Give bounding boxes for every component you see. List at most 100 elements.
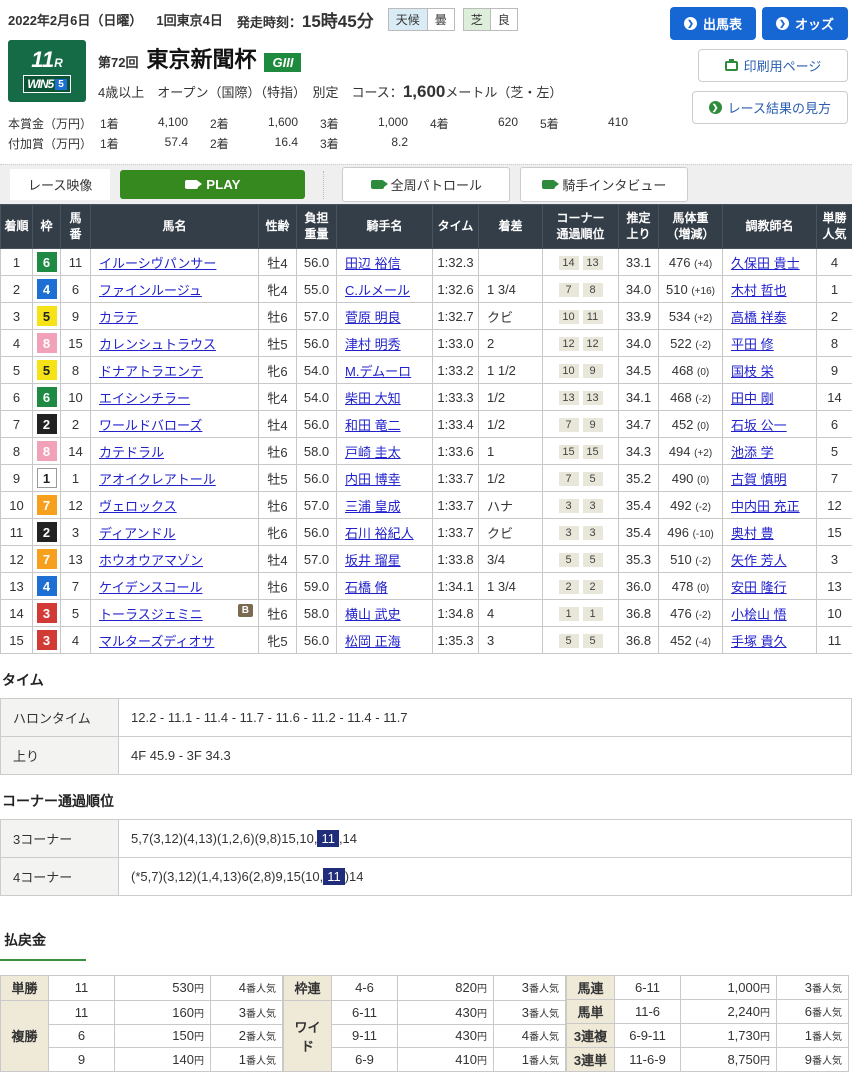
trainer-link[interactable]: 石坂 公一 — [731, 418, 787, 433]
horse-name-link[interactable]: カレンシュトラウス — [99, 337, 216, 352]
prize-item: 2着1,600 — [210, 115, 320, 132]
corner-row: 3コーナー5,7(3,12)(4,13)(1,2,6)(9,8)15,10,11… — [1, 820, 852, 858]
jockey-link[interactable]: 三浦 皇成 — [345, 499, 401, 514]
horse-name-link[interactable]: マルターズディオサ — [99, 634, 214, 649]
trainer-link[interactable]: 木村 哲也 — [731, 283, 787, 298]
corner4-position: 1 — [583, 607, 603, 621]
time: 1:33.6 — [433, 438, 479, 465]
corner4-position: 5 — [583, 472, 603, 486]
bet-type-label: 複勝 — [1, 1000, 49, 1071]
prize-item: 1着57.4 — [100, 135, 210, 152]
jockey-link[interactable]: 横山 武史 — [345, 607, 401, 622]
horse-weight: 492 (-2) — [659, 492, 723, 519]
odds-button[interactable]: ❯ オッズ — [762, 7, 848, 40]
trainer-link[interactable]: 奥村 豊 — [731, 526, 774, 541]
finish-position: 2 — [1, 276, 33, 303]
prize-item: 3着1,000 — [320, 115, 430, 132]
horse-weight: 494 (+2) — [659, 438, 723, 465]
corner-row: 4コーナー(*5,7)(3,12)(1,4,13)6(2,8)9,15(10,1… — [1, 858, 852, 896]
carried-weight: 56.0 — [297, 627, 337, 654]
jockey-link[interactable]: 松岡 正海 — [345, 634, 401, 649]
trainer-link[interactable]: 平田 修 — [731, 337, 774, 352]
horse-number: 9 — [61, 303, 91, 330]
jockey-link[interactable]: 田辺 裕信 — [345, 256, 401, 271]
jockey-cell: 石橋 脩 — [337, 573, 433, 600]
trainer-cell: 安田 隆行 — [723, 573, 817, 600]
column-header: 枠 — [33, 205, 61, 249]
frame-number-badge: 3 — [37, 630, 57, 650]
finish-position: 11 — [1, 519, 33, 546]
payout-combination: 11 — [49, 1000, 115, 1024]
horse-name-link[interactable]: カテドラル — [99, 445, 164, 460]
jockey-link[interactable]: M.デムーロ — [345, 364, 411, 379]
prize-add-row: 付加賞（万円） 1着57.42着16.43着8.2 — [8, 135, 844, 152]
corner-positions: 33 — [543, 519, 619, 546]
horse-name-link[interactable]: トーラスジェミニ — [99, 607, 203, 622]
jockey-link[interactable]: 石川 裕紀人 — [345, 526, 414, 541]
trainer-link[interactable]: 久保田 貴士 — [731, 256, 800, 271]
bet-type-label: 単勝 — [1, 976, 49, 1001]
trainer-link[interactable]: 古賀 慎明 — [731, 472, 787, 487]
sex-age: 牡5 — [259, 465, 297, 492]
shutsuba-button[interactable]: ❯ 出馬表 — [670, 7, 756, 40]
grade-badge: GIII — [264, 53, 301, 72]
result-row: 1534マルターズディオサ牝556.0松岡 正海1:35.335536.8452… — [1, 627, 852, 654]
jockey-link[interactable]: 柴田 大知 — [345, 391, 401, 406]
jockey-link[interactable]: 和田 竜二 — [345, 418, 401, 433]
estimated-last3f: 33.9 — [619, 303, 659, 330]
jockey-link[interactable]: 内田 博幸 — [345, 472, 401, 487]
corner4-position: 5 — [583, 634, 603, 648]
horse-name-link[interactable]: ヴェロックス — [99, 499, 177, 514]
frame-cell: 4 — [33, 276, 61, 303]
horse-name-link[interactable]: ケイデンスコール — [99, 580, 202, 595]
estimated-last3f: 34.3 — [619, 438, 659, 465]
column-header: 単勝 人気 — [817, 205, 852, 249]
weather-label: 天候 — [388, 8, 428, 31]
jockey-interview-button[interactable]: 騎手インタビュー — [520, 167, 688, 202]
jockey-link[interactable]: 津村 明秀 — [345, 337, 401, 352]
horse-name-link[interactable]: カラテ — [99, 310, 138, 325]
trainer-link[interactable]: 中内田 充正 — [731, 499, 800, 514]
jockey-link[interactable]: 菅原 明良 — [345, 310, 401, 325]
horse-name-link[interactable]: アオイクレアトール — [99, 472, 216, 487]
jockey-link[interactable]: 坂井 瑠星 — [345, 553, 401, 568]
trainer-link[interactable]: 池添 学 — [731, 445, 774, 460]
sex-age: 牝6 — [259, 519, 297, 546]
patrol-video-button[interactable]: 全周パトロール — [342, 167, 510, 202]
trainer-link[interactable]: 安田 隆行 — [731, 580, 787, 595]
jockey-link[interactable]: C.ルメール — [345, 283, 410, 298]
trainer-link[interactable]: 矢作 芳人 — [731, 553, 787, 568]
sex-age: 牡6 — [259, 303, 297, 330]
frame-cell: 7 — [33, 492, 61, 519]
time: 1:33.0 — [433, 330, 479, 357]
corner3-position: 1 — [559, 607, 579, 621]
horse-name-link[interactable]: ディアンドル — [99, 526, 176, 541]
horse-name-cell: アオイクレアトール — [91, 465, 259, 492]
trainer-link[interactable]: 田中 剛 — [731, 391, 774, 406]
result-guide-button[interactable]: ❯ レース結果の見方 — [692, 91, 848, 124]
jockey-link[interactable]: 石橋 脩 — [345, 580, 388, 595]
finish-position: 6 — [1, 384, 33, 411]
jockey-link[interactable]: 戸崎 圭太 — [345, 445, 401, 460]
frame-number-badge: 6 — [37, 252, 57, 272]
margin: 3 — [479, 627, 543, 654]
horse-name-link[interactable]: ワールドバローズ — [99, 418, 202, 433]
jockey-cell: 坂井 瑠星 — [337, 546, 433, 573]
estimated-last3f: 36.8 — [619, 600, 659, 627]
horse-name-link[interactable]: エイシンチラー — [99, 391, 190, 406]
horse-name-link[interactable]: ドナアトラエンテ — [99, 364, 203, 379]
finish-position: 5 — [1, 357, 33, 384]
payout-combination: 9-11 — [332, 1024, 398, 1048]
trainer-link[interactable]: 高橋 祥泰 — [731, 310, 787, 325]
horse-name-link[interactable]: ホウオウアマゾン — [99, 553, 203, 568]
frame-cell: 8 — [33, 330, 61, 357]
play-button[interactable]: PLAY — [120, 170, 305, 199]
trainer-link[interactable]: 国枝 栄 — [731, 364, 774, 379]
horse-name-link[interactable]: イルーシヴパンサー — [99, 256, 216, 271]
trainer-link[interactable]: 小桧山 悟 — [731, 607, 787, 622]
frame-number-badge: 2 — [37, 414, 57, 434]
carried-weight: 56.0 — [297, 519, 337, 546]
trainer-link[interactable]: 手塚 貴久 — [731, 634, 787, 649]
print-page-button[interactable]: 印刷用ページ — [698, 49, 848, 82]
horse-name-link[interactable]: ファインルージュ — [99, 283, 202, 298]
